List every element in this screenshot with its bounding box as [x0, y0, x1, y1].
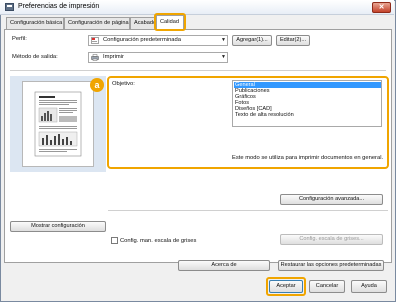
output-method-label: Método de salida:: [12, 54, 58, 60]
about-button[interactable]: Acerca de: [178, 260, 270, 271]
objective-listbox[interactable]: General Publicaciones Gráficos Fotos Dis…: [232, 80, 382, 127]
close-button[interactable]: ✕: [372, 2, 391, 13]
tab-page-settings[interactable]: Configuración de página: [64, 17, 130, 29]
manual-grayscale-label: Config. man. escala de grises: [120, 238, 197, 244]
printer-app-icon: [5, 3, 14, 11]
quality-tab-highlight: [154, 13, 186, 31]
cancel-button[interactable]: Cancelar: [309, 280, 345, 293]
grayscale-settings-button[interactable]: Config. escala de grises...: [280, 234, 383, 245]
objective-label: Objetivo:: [112, 81, 135, 87]
page-preview: [22, 81, 94, 167]
help-button[interactable]: Ayuda: [351, 280, 387, 293]
printer-icon: [91, 54, 99, 61]
middle-divider: [108, 210, 388, 211]
edit-profile-button[interactable]: Editar(2)...: [276, 35, 310, 46]
window-title: Preferencias de impresión: [18, 3, 100, 10]
advanced-settings-button[interactable]: Configuración avanzada...: [280, 194, 383, 205]
manual-grayscale-checkbox[interactable]: [111, 237, 118, 244]
tab-finishing[interactable]: Acabado: [130, 17, 156, 29]
add-profile-button[interactable]: Agregar(1)...: [232, 35, 272, 46]
profile-doc-icon: [91, 37, 99, 44]
tab-basic-settings[interactable]: Configuración básica: [6, 17, 64, 29]
page-preview-illustration: [34, 91, 82, 157]
profile-label: Perfil:: [12, 36, 27, 42]
top-divider: [10, 70, 386, 71]
profile-select[interactable]: Configuración predeterminada: [88, 35, 228, 46]
ok-button[interactable]: Aceptar: [269, 280, 303, 293]
callout-marker: a: [90, 78, 104, 92]
objective-description: Este modo se utiliza para imprimir docum…: [232, 155, 384, 161]
restore-defaults-button[interactable]: Restaurar las opciones predeterminadas: [278, 260, 384, 271]
output-chevron-down-icon[interactable]: ▼: [220, 53, 227, 62]
profile-chevron-down-icon[interactable]: ▼: [220, 36, 227, 45]
show-settings-button[interactable]: Mostrar configuración: [10, 221, 106, 232]
output-method-select[interactable]: Imprimir: [88, 52, 228, 63]
objective-item-high-res-text[interactable]: Texto de alta resolución: [234, 112, 381, 118]
